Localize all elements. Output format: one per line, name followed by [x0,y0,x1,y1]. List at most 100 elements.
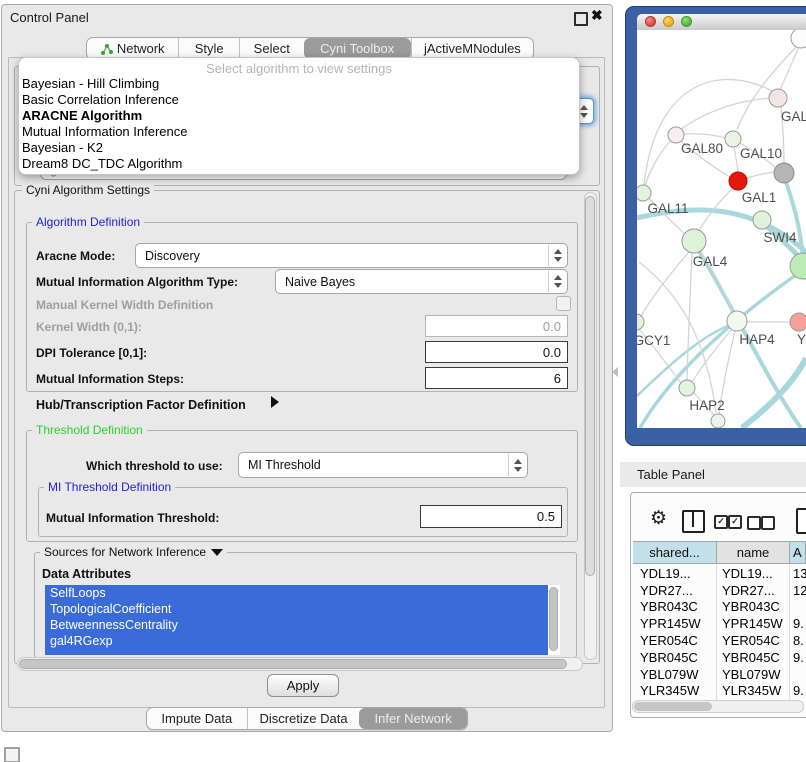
attribute-list-item[interactable]: SelfLoops [45,585,548,601]
table-row[interactable]: YDL19...YDL19...13 [633,565,806,582]
network-node-gal-pink[interactable] [769,89,787,107]
settings-hscrollbar-thumb[interactable] [19,659,567,669]
expand-arrow-icon[interactable] [271,396,279,408]
network-node-gcy1[interactable] [637,314,644,330]
columns-icon[interactable] [682,510,705,533]
threshold-definition-title: Threshold Definition [32,423,147,437]
close-traffic-light-icon[interactable] [645,16,656,27]
network-node-big-green[interactable] [790,253,806,279]
tab-cyni-toolbox-label: Cyni Toolbox [320,41,394,56]
settings-scrollbar-thumb[interactable] [585,196,595,576]
combo-stepper-icon[interactable] [548,245,566,266]
tab-infer-network[interactable]: Infer Network [359,708,467,729]
network-edge[interactable] [683,134,726,138]
network-node-gal11[interactable] [637,185,651,201]
network-canvas[interactable]: GALGAL80GAL10GAL1GAL11SWI4GAL4GCY1HAP4YH… [637,30,806,428]
network-edge[interactable] [742,358,806,428]
tab-network[interactable]: Network [87,38,178,59]
attribute-list-item[interactable]: TopologicalCoefficient [45,601,548,617]
tab-discretize-data[interactable]: Discretize Data [247,708,360,729]
table-row[interactable]: YER054CYER054C8. [633,632,806,649]
network-edge[interactable] [747,172,774,178]
table-row[interactable]: YBR045CYBR045C9. [633,649,806,666]
tab-impute-data[interactable]: Impute Data [147,708,247,729]
network-node-gal4[interactable] [682,229,706,253]
attribute-list-item[interactable]: gal4RGexp [45,633,548,649]
network-node-gray[interactable] [774,163,794,183]
column-header-partial[interactable]: A [790,541,806,564]
algorithm-option[interactable]: Basic Correlation Inference [19,92,579,108]
float-window-icon[interactable] [574,12,588,26]
network-node-swi4[interactable] [753,211,771,229]
node-label: GAL10 [740,146,782,161]
dpi-tolerance-label: DPI Tolerance [0,1]: [36,346,147,360]
gear-icon[interactable]: ⚙ [650,507,667,530]
select-all-checkbox-icon[interactable]: ✓ [714,515,728,529]
table-cell: YDR27... [717,582,790,599]
mi-threshold-label: Mutual Information Threshold: [46,511,219,525]
column-header-shared[interactable]: shared... [633,541,717,564]
network-edge[interactable] [734,147,738,172]
network-node-gal10[interactable] [725,131,741,147]
document-icon[interactable] [796,508,806,534]
attribute-list-item[interactable]: BetweennessCentrality [45,617,548,633]
network-edge[interactable] [645,140,671,186]
table-cell [790,599,806,616]
algorithm-option[interactable]: Bayesian - K2 [19,140,579,156]
node-label: HAP4 [739,332,775,347]
panel-divider-handle-icon[interactable] [612,367,618,377]
table-row[interactable]: YBR043CYBR043C [633,599,806,616]
mi-type-combo[interactable]: Naive Bayes [275,269,568,294]
dpi-tolerance-value: 0.0 [543,345,561,360]
network-node-hap4[interactable] [727,311,747,331]
network-node-salmon[interactable] [790,313,806,331]
data-attributes-list[interactable]: SelfLoopsTopologicalCoefficientBetweenne… [45,585,548,655]
network-node-gal1[interactable] [729,172,747,190]
mi-steps-field[interactable]: 6 [425,367,568,389]
tab-jactivemnodules[interactable]: jActiveMNodules [411,38,533,59]
minimize-traffic-light-icon[interactable] [663,16,674,27]
algorithm-option[interactable]: Dream8 DC_TDC Algorithm [19,156,579,172]
algorithm-popup: Select algorithm to view settings Bayesi… [18,57,580,175]
zoom-traffic-light-icon[interactable] [681,16,692,27]
algorithm-option[interactable]: ARACNE Algorithm [19,108,579,124]
network-icon [101,43,113,55]
attr-scrollbar-track[interactable] [548,585,560,655]
network-node-bottom-partial[interactable] [711,414,725,428]
tab-select[interactable]: Select [239,38,304,59]
combo-stepper-icon[interactable] [508,454,526,476]
collapse-arrow-icon[interactable] [211,549,223,556]
column-header-name[interactable]: name [717,541,790,564]
network-node-top-partial[interactable] [791,30,806,48]
which-threshold-combo[interactable]: MI Threshold [238,452,528,478]
attr-scrollbar-thumb[interactable] [549,587,558,651]
table-cell: YPR145W [717,615,790,632]
aracne-mode-combo[interactable]: Discovery [135,243,568,268]
close-icon[interactable]: ✖ [591,7,603,24]
algorithm-option[interactable]: Mutual Information Inference [19,124,579,140]
network-edge[interactable] [644,79,778,185]
network-graph[interactable]: GALGAL80GAL10GAL1GAL11SWI4GAL4GCY1HAP4YH… [637,30,806,428]
table-row[interactable]: YDR27...YDR27...12 [633,582,806,599]
table-hscrollbar-thumb[interactable] [634,702,712,711]
mi-threshold-field[interactable]: 0.5 [420,505,562,528]
table-row[interactable]: YPR145WYPR145W9. [633,615,806,632]
algorithm-definition-title: Algorithm Definition [32,215,144,229]
combo-stepper-icon[interactable] [548,271,566,292]
deselect-all-checkbox-icon[interactable] [747,516,761,530]
manual-kernel-checkbox[interactable] [556,296,571,311]
select-all-checkbox-icon[interactable]: ✓ [728,515,742,529]
tab-cyni-toolbox[interactable]: Cyni Toolbox [304,38,411,59]
apply-button[interactable]: Apply [267,674,339,697]
network-edge[interactable] [641,252,689,316]
network-edge[interactable] [676,98,778,133]
node-label: GAL1 [742,190,777,205]
deselect-all-checkbox-icon[interactable] [761,516,775,530]
dpi-tolerance-field[interactable]: 0.0 [425,341,568,363]
tab-style[interactable]: Style [178,38,239,59]
table-row[interactable]: YLR345WYLR345W9. [633,683,806,700]
algorithm-option[interactable]: Bayesian - Hill Climbing [19,76,579,92]
table-row[interactable]: YBL079WYBL079W [633,666,806,683]
minimized-panel-icon[interactable] [4,747,20,762]
network-node-hap2[interactable] [679,380,695,396]
